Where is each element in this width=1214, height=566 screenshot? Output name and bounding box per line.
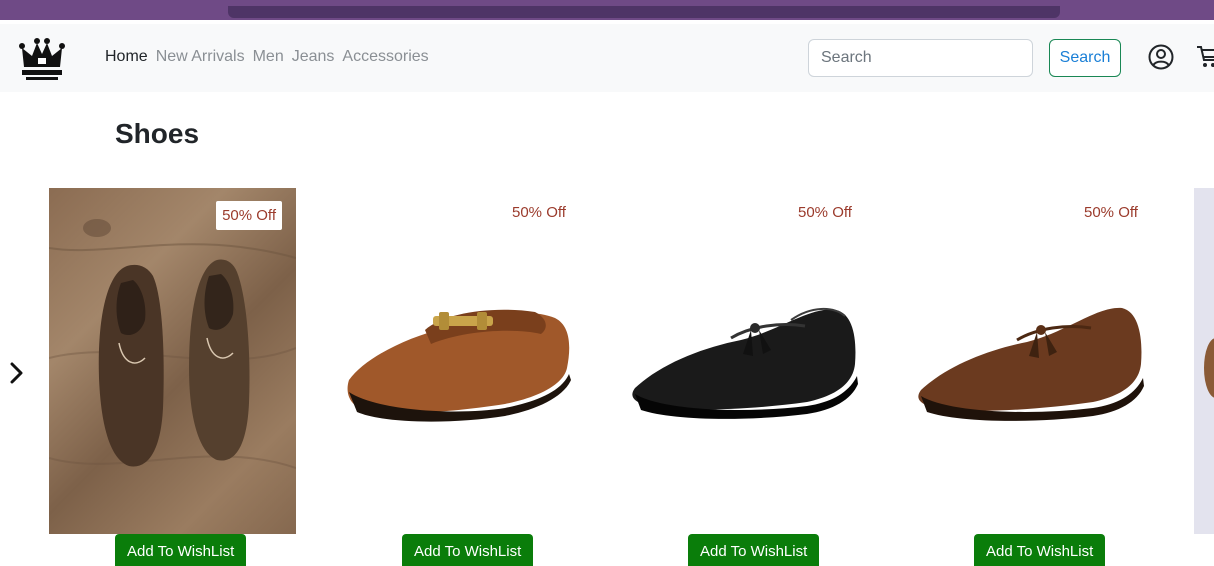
top-bar-inner-strip bbox=[228, 6, 1060, 18]
discount-badge: 50% Off bbox=[216, 201, 282, 230]
cart-icon[interactable] bbox=[1196, 44, 1214, 70]
next-product-card-partial[interactable] bbox=[1194, 188, 1214, 534]
product-image-tan-horsebit-loafer[interactable]: 50% Off bbox=[335, 188, 582, 534]
nav-link-accessories[interactable]: Accessories bbox=[342, 48, 428, 66]
user-circle-icon[interactable] bbox=[1148, 44, 1174, 70]
nav-link-home[interactable]: Home bbox=[105, 48, 148, 66]
top-decorative-bar bbox=[0, 0, 1214, 20]
navbar: Home New Arrivals Men Jeans Accessories … bbox=[0, 24, 1214, 92]
product-card[interactable]: 50% Off bbox=[49, 188, 296, 534]
product-card[interactable]: 50% Off bbox=[621, 188, 868, 534]
discount-label: 50% Off bbox=[1084, 204, 1138, 221]
add-to-wishlist-button[interactable]: Add To WishList bbox=[688, 534, 820, 566]
nav-link-jeans[interactable]: Jeans bbox=[292, 48, 335, 66]
discount-label: 50% Off bbox=[512, 204, 566, 221]
page: Home New Arrivals Men Jeans Accessories … bbox=[0, 0, 1214, 566]
product-image-brown-oxfords[interactable]: 50% Off bbox=[49, 188, 296, 534]
page-title: Shoes bbox=[115, 118, 200, 149]
add-to-wishlist-button[interactable]: Add To WishList bbox=[974, 534, 1106, 566]
nav-link-new-arrivals[interactable]: New Arrivals bbox=[156, 48, 245, 66]
product-image-brown-tassel-loafer[interactable]: 50% Off bbox=[907, 188, 1154, 534]
product-card[interactable]: 50% Off bbox=[335, 188, 582, 534]
crown-logo-icon[interactable] bbox=[18, 34, 66, 82]
chevron-right-icon[interactable] bbox=[4, 355, 30, 391]
nav-links: Home New Arrivals Men Jeans Accessories bbox=[105, 48, 437, 66]
search-button[interactable]: Search bbox=[1049, 39, 1121, 77]
product-image-black-tassel-loafer[interactable]: 50% Off bbox=[621, 188, 868, 534]
add-to-wishlist-button[interactable]: Add To WishList bbox=[402, 534, 534, 566]
nav-link-men[interactable]: Men bbox=[253, 48, 284, 66]
search-input[interactable] bbox=[808, 39, 1033, 77]
add-to-wishlist-button[interactable]: Add To WishList bbox=[115, 534, 247, 566]
discount-label: 50% Off bbox=[798, 204, 852, 221]
product-card[interactable]: 50% Off bbox=[907, 188, 1154, 534]
